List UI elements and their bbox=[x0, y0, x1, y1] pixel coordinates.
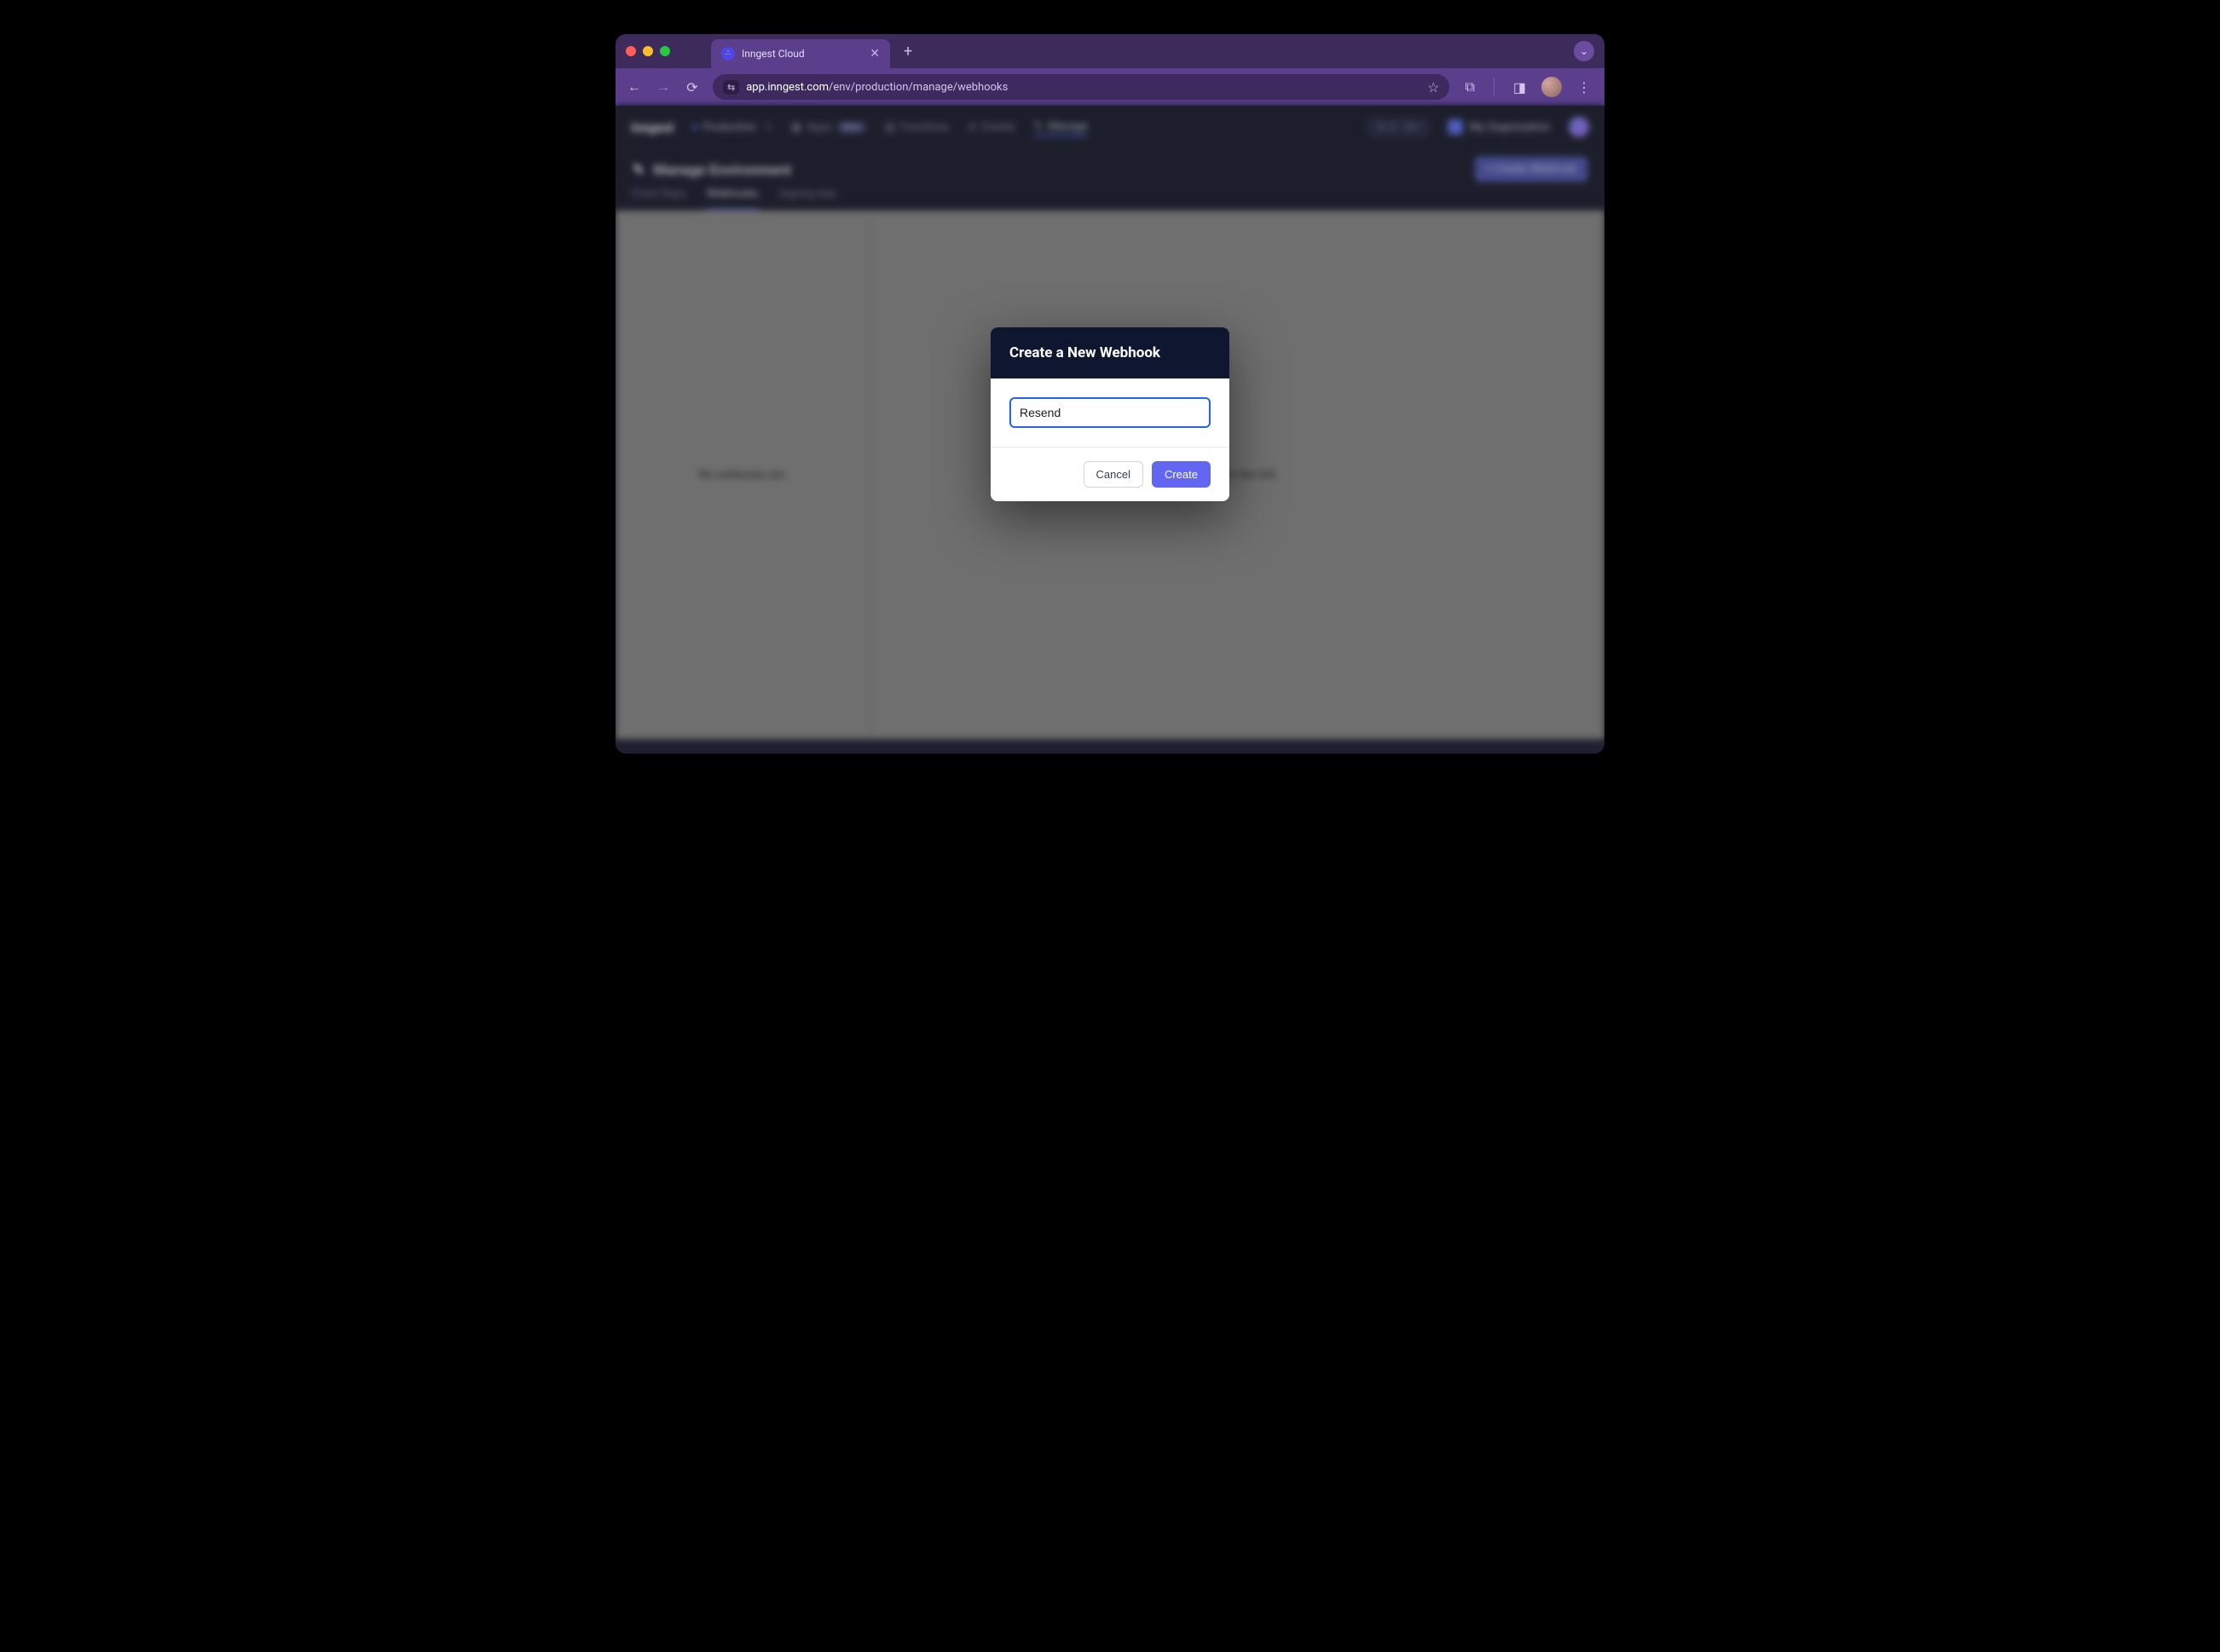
url-bar[interactable]: ⇆ app.inngest.com/env/production/manage/… bbox=[713, 74, 1449, 100]
cancel-button[interactable]: Cancel bbox=[1084, 461, 1143, 488]
browser-tab-strip: ∴ Inngest Cloud ✕ + ⌄ bbox=[616, 34, 1604, 68]
browser-address-bar: ← → ⟳ ⇆ app.inngest.com/env/production/m… bbox=[616, 68, 1604, 106]
tab-title: Inngest Cloud bbox=[742, 48, 805, 60]
window-close-button[interactable] bbox=[626, 46, 636, 56]
nav-reload-button[interactable]: ⟳ bbox=[684, 79, 701, 95]
nav-forward-button[interactable]: → bbox=[655, 78, 672, 95]
create-button[interactable]: Create bbox=[1152, 461, 1211, 488]
modal-body bbox=[991, 378, 1229, 447]
modal-title: Create a New Webhook bbox=[991, 327, 1229, 378]
webhook-name-input[interactable] bbox=[1009, 397, 1211, 428]
window-minimize-button[interactable] bbox=[643, 46, 653, 56]
new-tab-button[interactable]: + bbox=[897, 43, 919, 61]
modal-footer: Cancel Create bbox=[991, 447, 1229, 501]
tab-close-button[interactable]: ✕ bbox=[870, 47, 880, 61]
create-webhook-modal: Create a New Webhook Cancel Create bbox=[991, 327, 1229, 501]
window-maximize-button[interactable] bbox=[660, 46, 670, 56]
site-info-icon[interactable]: ⇆ bbox=[723, 80, 739, 95]
side-panel-icon[interactable]: ◨ bbox=[1510, 79, 1529, 95]
nav-back-button[interactable]: ← bbox=[626, 78, 643, 95]
extensions-icon[interactable]: ⧉ bbox=[1461, 78, 1477, 95]
browser-tab[interactable]: ∴ Inngest Cloud ✕ bbox=[711, 39, 890, 68]
browser-window: ∴ Inngest Cloud ✕ + ⌄ ← → ⟳ ⇆ app.innges… bbox=[616, 34, 1604, 754]
url-text: app.inngest.com/env/production/manage/we… bbox=[746, 81, 1008, 94]
app-viewport: inngest Production ⇅ ▦ Apps New ▤ Functi… bbox=[616, 106, 1604, 754]
bookmark-star-icon[interactable]: ☆ bbox=[1427, 79, 1439, 95]
profile-avatar[interactable] bbox=[1541, 77, 1562, 97]
browser-menu-button[interactable]: ⋮ bbox=[1574, 79, 1594, 95]
window-controls bbox=[626, 46, 670, 56]
tabs-overflow-button[interactable]: ⌄ bbox=[1574, 41, 1594, 61]
tab-favicon: ∴ bbox=[721, 47, 735, 61]
